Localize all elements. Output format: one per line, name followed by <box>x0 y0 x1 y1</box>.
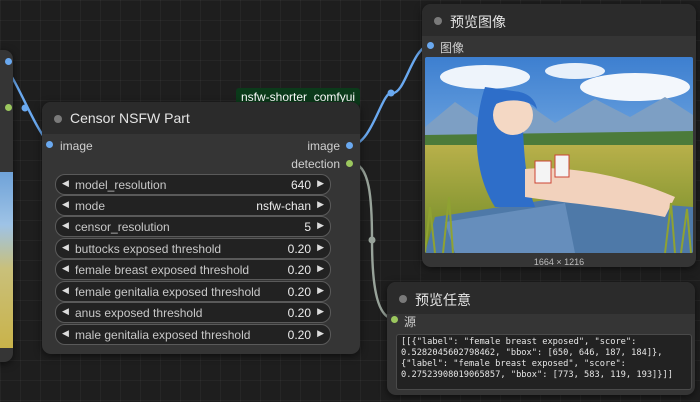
collapse-dot[interactable] <box>54 115 62 123</box>
female-genitalia-threshold-widget[interactable]: ◀ female genitalia exposed threshold 0.2… <box>55 281 331 302</box>
increment-icon[interactable]: ▶ <box>317 242 324 253</box>
widget-value[interactable]: 5 <box>304 220 311 234</box>
decrement-icon[interactable]: ◀ <box>62 306 69 317</box>
image-input-dot[interactable] <box>427 42 434 49</box>
mode-widget[interactable]: ◀ mode nsfw-chan ▶ <box>55 195 331 216</box>
decrement-icon[interactable]: ◀ <box>62 285 69 296</box>
widget-name: mode <box>75 199 106 213</box>
widget-name: buttocks exposed threshold <box>75 242 222 256</box>
anime-landscape-image <box>425 57 693 253</box>
buttocks-threshold-widget[interactable]: ◀ buttocks exposed threshold 0.20 ▶ <box>55 238 331 259</box>
widget-name: female genitalia exposed threshold <box>75 285 261 299</box>
preview-image-node[interactable]: 预览图像 图像 1664 × 1216 <box>422 4 696 267</box>
node-title-bar[interactable]: Censor NSFW Part <box>42 102 360 134</box>
image-input-label: image <box>60 139 93 153</box>
node-title-bar[interactable]: 预览图像 <box>422 4 696 36</box>
widget-value[interactable]: 0.20 <box>288 306 311 320</box>
increment-icon[interactable]: ▶ <box>317 306 324 317</box>
widget-value[interactable]: 0.20 <box>288 328 311 342</box>
widget-name: female breast exposed threshold <box>75 263 250 277</box>
left-node-output-dot-2[interactable] <box>5 104 12 111</box>
male-genitalia-threshold-widget[interactable]: ◀ male genitalia exposed threshold 0.20 … <box>55 324 331 345</box>
offscreen-left-node[interactable] <box>0 50 13 362</box>
increment-icon[interactable]: ▶ <box>317 285 324 296</box>
widget-value[interactable]: 640 <box>291 178 311 192</box>
decrement-icon[interactable]: ◀ <box>62 263 69 274</box>
detection-output-label: detection <box>291 157 340 171</box>
widget-value[interactable]: 0.20 <box>288 285 311 299</box>
node-title: Censor NSFW Part <box>70 110 190 126</box>
node-title: 预览图像 <box>450 14 506 30</box>
collapse-dot[interactable] <box>434 17 442 25</box>
widget-value[interactable]: 0.20 <box>288 242 311 256</box>
widget-name: male genitalia exposed threshold <box>75 328 251 342</box>
node-title: 预览任意 <box>415 292 471 308</box>
widget-value[interactable]: nsfw-chan <box>256 199 311 213</box>
increment-icon[interactable]: ▶ <box>317 220 324 231</box>
increment-icon[interactable]: ▶ <box>317 328 324 339</box>
link-midpoint[interactable] <box>368 236 376 244</box>
widget-name: anus exposed threshold <box>75 306 203 320</box>
preview-image <box>425 57 693 253</box>
widget-name: censor_resolution <box>75 220 170 234</box>
any-input-label: 源 <box>404 315 417 329</box>
decrement-icon[interactable]: ◀ <box>62 242 69 253</box>
image-output-dot[interactable] <box>346 142 353 149</box>
detection-output-dot[interactable] <box>346 160 353 167</box>
censor-resolution-widget[interactable]: ◀ censor_resolution 5 ▶ <box>55 216 331 237</box>
image-input-label: 图像 <box>440 41 465 55</box>
image-size-caption: 1664 × 1216 <box>533 257 585 267</box>
widget-name: model_resolution <box>75 178 167 192</box>
decrement-icon[interactable]: ◀ <box>62 220 69 231</box>
model-resolution-widget[interactable]: ◀ model_resolution 640 ▶ <box>55 174 331 195</box>
any-input-dot[interactable] <box>391 316 398 323</box>
preview-any-node[interactable]: 预览任意 源 [[{"label": "female breast expose… <box>387 282 695 395</box>
censor-nsfw-node[interactable]: Censor NSFW Part image image detection ◀… <box>42 102 360 354</box>
decrement-icon[interactable]: ◀ <box>62 328 69 339</box>
increment-icon[interactable]: ▶ <box>317 199 324 210</box>
decrement-icon[interactable]: ◀ <box>62 199 69 210</box>
image-output-label: image <box>307 139 340 153</box>
link-midpoint[interactable] <box>387 89 395 97</box>
increment-icon[interactable]: ▶ <box>317 263 324 274</box>
increment-icon[interactable]: ▶ <box>317 178 324 189</box>
left-node-image-strip <box>0 172 13 348</box>
left-node-output-dot[interactable] <box>5 58 12 65</box>
anus-threshold-widget[interactable]: ◀ anus exposed threshold 0.20 ▶ <box>55 302 331 323</box>
collapse-dot[interactable] <box>399 295 407 303</box>
image-input-dot[interactable] <box>46 141 53 148</box>
widget-value[interactable]: 0.20 <box>288 263 311 277</box>
preview-text-output[interactable]: [[{"label": "female breast exposed", "sc… <box>396 334 692 390</box>
node-title-bar[interactable]: 预览任意 <box>387 282 695 314</box>
female-breast-threshold-widget[interactable]: ◀ female breast exposed threshold 0.20 ▶ <box>55 259 331 280</box>
decrement-icon[interactable]: ◀ <box>62 178 69 189</box>
link-midpoint[interactable] <box>21 104 29 112</box>
